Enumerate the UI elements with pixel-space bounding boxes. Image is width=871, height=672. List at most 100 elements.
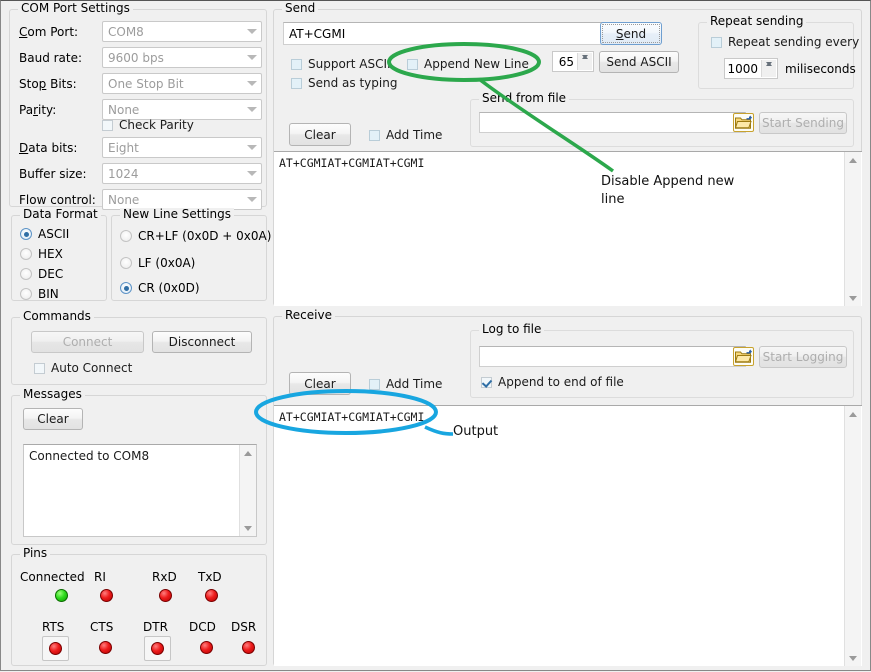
checkbox-box <box>102 120 113 131</box>
label-baud-rate: Baud rate: <box>19 51 82 65</box>
ascii-code-spinner[interactable]: 65 <box>552 51 594 72</box>
scroll-down-icon[interactable] <box>845 290 861 306</box>
chevron-down-icon <box>247 197 257 202</box>
radio-ascii-label: ASCII <box>38 227 69 241</box>
commands-group: Commands Connect Disconnect Auto Connect <box>11 317 267 385</box>
append-new-line-checkbox[interactable]: Append New Line <box>407 57 529 71</box>
radio-ascii[interactable]: ASCII <box>20 227 69 241</box>
receive-add-time-checkbox[interactable]: Add Time <box>369 377 442 391</box>
send-clear-button[interactable]: Clear <box>289 123 351 146</box>
pin-led-rts <box>49 642 62 655</box>
radio-bin[interactable]: BIN <box>20 287 59 301</box>
chevron-down-icon <box>247 29 257 34</box>
connect-button[interactable]: Connect <box>31 331 144 353</box>
scroll-down-icon[interactable] <box>845 650 861 666</box>
receive-clear-label: Clear <box>304 377 335 391</box>
spinner-buttons[interactable] <box>577 53 592 70</box>
pin-label-dtr: DTR <box>143 620 168 634</box>
send-ascii-button[interactable]: Send ASCII <box>599 51 679 73</box>
radio-cr[interactable]: CR (0x0D) <box>120 281 200 295</box>
repeat-interval-spinner[interactable]: 1000 <box>724 58 778 79</box>
messages-scrollbar[interactable] <box>239 445 256 536</box>
radio-hex[interactable]: HEX <box>20 247 63 261</box>
disconnect-button[interactable]: Disconnect <box>152 331 252 353</box>
send-add-time-checkbox[interactable]: Add Time <box>369 128 442 142</box>
stop-bits-combo[interactable]: One Stop Bit <box>102 73 262 94</box>
checkbox-box <box>369 130 380 141</box>
radio-crlf[interactable]: CR+LF (0x0D + 0x0A) <box>120 229 271 243</box>
data-bits-combo[interactable]: Eight <box>102 137 262 158</box>
scroll-down-icon[interactable] <box>240 520 256 536</box>
radio-dot <box>20 268 32 280</box>
spinner-down-icon[interactable] <box>762 60 776 69</box>
radio-hex-label: HEX <box>38 247 63 261</box>
support-ascii-checkbox[interactable]: Support ASCII <box>291 57 391 71</box>
send-add-time-label: Add Time <box>386 128 442 142</box>
receive-clear-button[interactable]: Clear <box>289 372 351 395</box>
label-flow-control: Flow control: <box>19 193 96 207</box>
new-line-settings-group: New Line Settings CR+LF (0x0D + 0x0A) LF… <box>111 215 267 301</box>
com-port-combo[interactable]: COM8 <box>102 21 262 42</box>
log-to-file-browse-button[interactable] <box>733 347 754 366</box>
checkbox-box <box>407 59 418 70</box>
spinner-down-icon[interactable] <box>578 53 592 62</box>
send-from-file-browse-button[interactable] <box>733 113 754 132</box>
pin-label-dsr: DSR <box>231 620 256 634</box>
log-to-file-caption: Log to file <box>479 323 544 335</box>
disconnect-button-label: Disconnect <box>169 335 236 349</box>
repeat-interval-value: 1000 <box>725 61 761 77</box>
scroll-up-icon[interactable] <box>240 445 256 461</box>
checkbox-box <box>34 363 45 374</box>
messages-group: Messages Clear Connected to COM8 <box>11 395 267 545</box>
receive-group: Receive Clear Add Time Log to file <box>273 316 862 666</box>
pin-button-dtr[interactable] <box>144 636 171 661</box>
messages-clear-button[interactable]: Clear <box>23 408 83 430</box>
baud-rate-combo[interactable]: 9600 bps <box>102 47 262 68</box>
pin-label-dcd: DCD <box>189 620 216 634</box>
radio-lf-label: LF (0x0A) <box>138 256 195 270</box>
log-to-file-group: Log to file Start Logging Append to end … <box>470 330 854 398</box>
radio-dot <box>20 288 32 300</box>
data-bits-value: Eight <box>108 140 139 156</box>
buffer-size-combo[interactable]: 1024 <box>102 163 262 184</box>
append-to-end-checkbox[interactable]: Append to end of file <box>481 375 624 389</box>
send-output-console[interactable]: AT+CGMIAT+CGMIAT+CGMI <box>274 151 862 306</box>
repeat-sending-caption: Repeat sending <box>707 15 806 27</box>
send-group: Send AT+CGMI Send Support ASCII Append N… <box>273 9 862 306</box>
send-button[interactable]: Send <box>600 22 662 45</box>
buffer-size-value: 1024 <box>108 166 139 182</box>
send-output-scrollbar[interactable] <box>844 152 861 306</box>
pin-label-rxd: RxD <box>152 570 177 584</box>
auto-connect-checkbox[interactable]: Auto Connect <box>34 361 132 375</box>
send-from-file-input[interactable] <box>479 112 746 133</box>
radio-dot <box>120 282 132 294</box>
send-command-value: AT+CGMI <box>289 26 345 42</box>
pin-button-rts[interactable] <box>42 636 69 661</box>
check-parity-checkbox[interactable]: Check Parity <box>102 118 194 132</box>
parity-combo[interactable]: None <box>102 99 262 120</box>
log-to-file-input[interactable] <box>479 346 746 367</box>
start-sending-button[interactable]: Start Sending <box>759 112 847 134</box>
receive-output-scrollbar[interactable] <box>844 406 861 666</box>
com-port-settings-group: COM Port Settings Com Port: COM8 Baud ra… <box>9 9 267 207</box>
start-logging-button[interactable]: Start Logging <box>759 346 847 368</box>
scroll-up-icon[interactable] <box>845 152 861 168</box>
radio-dot <box>20 248 32 260</box>
chevron-down-icon <box>247 107 257 112</box>
radio-lf[interactable]: LF (0x0A) <box>120 256 195 270</box>
send-as-typing-checkbox[interactable]: Send as typing <box>291 76 397 90</box>
pin-led-ri <box>100 589 113 602</box>
scroll-up-icon[interactable] <box>845 406 861 422</box>
receive-output-text: AT+CGMIAT+CGMIAT+CGMI <box>279 410 424 424</box>
messages-log[interactable]: Connected to COM8 <box>23 444 257 537</box>
send-ascii-label: Send ASCII <box>606 55 671 69</box>
send-command-input[interactable]: AT+CGMI <box>283 22 603 45</box>
repeat-sending-checkbox[interactable]: Repeat sending every <box>711 35 859 49</box>
stop-bits-value: One Stop Bit <box>108 76 184 92</box>
radio-dec[interactable]: DEC <box>20 267 63 281</box>
send-button-label: Send <box>616 27 646 41</box>
radio-dec-label: DEC <box>38 267 63 281</box>
receive-output-console[interactable]: AT+CGMIAT+CGMIAT+CGMI <box>274 405 862 666</box>
label-parity: Parity: <box>19 103 56 117</box>
spinner-buttons[interactable] <box>761 60 776 77</box>
